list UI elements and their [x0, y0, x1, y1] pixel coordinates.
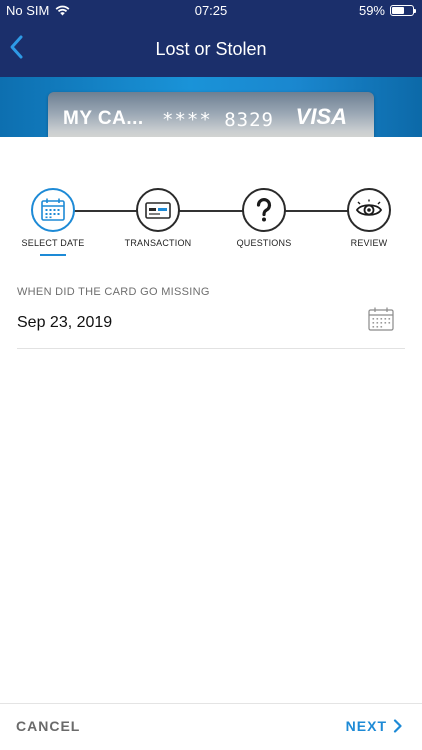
cancel-button[interactable]: CANCEL — [16, 718, 80, 734]
card-number: **** 8329 — [162, 109, 274, 131]
step-circle — [31, 188, 75, 232]
question-icon — [256, 198, 272, 222]
card-name: MY CA... — [63, 108, 144, 129]
active-step-underline — [40, 254, 66, 256]
card-banner: MY CA... **** 8329 VISA — [0, 77, 422, 137]
step-label: REVIEW — [350, 238, 388, 248]
step-circle — [136, 188, 180, 232]
step-label: SELECT DATE — [21, 238, 85, 248]
step-review[interactable]: REVIEW — [319, 188, 419, 248]
step-select-date[interactable]: SELECT DATE — [3, 188, 103, 256]
chevron-right-icon — [393, 719, 402, 733]
calendar-icon[interactable] — [367, 305, 395, 333]
credit-card-icon — [145, 202, 171, 219]
step-questions[interactable]: QUESTIONS — [214, 188, 314, 248]
progress-stepper: SELECT DATE TRANSACTION QUESTIONS REVIEW — [0, 188, 422, 268]
calendar-icon — [41, 198, 65, 221]
eye-icon — [355, 199, 383, 216]
date-field[interactable]: Sep 23, 2019 — [17, 307, 405, 349]
step-transaction[interactable]: TRANSACTION — [108, 188, 208, 248]
date-value[interactable]: Sep 23, 2019 — [17, 314, 112, 332]
date-field-label: WHEN DID THE CARD GO MISSING — [17, 286, 210, 298]
next-button[interactable]: NEXT — [346, 718, 402, 734]
card-brand-logo: VISA — [295, 104, 347, 129]
card-preview: MY CA... **** 8329 VISA — [48, 92, 374, 137]
step-circle — [347, 188, 391, 232]
battery-percent: 59% — [358, 3, 385, 18]
status-bar: No SIM 07:25 59% — [0, 0, 422, 22]
nav-bar: Lost or Stolen — [0, 22, 422, 77]
step-label: TRANSACTION — [124, 238, 192, 248]
battery-icon — [390, 5, 416, 16]
battery-indicator: 59% — [358, 3, 416, 18]
step-circle — [242, 188, 286, 232]
footer-bar: CANCEL NEXT — [0, 703, 422, 750]
step-label: QUESTIONS — [236, 238, 292, 248]
missing-date-form: WHEN DID THE CARD GO MISSING Sep 23, 201… — [17, 286, 405, 349]
page-title: Lost or Stolen — [155, 39, 267, 59]
app-header: No SIM 07:25 59% Lost or Stolen — [0, 0, 422, 77]
next-label: NEXT — [345, 718, 387, 734]
